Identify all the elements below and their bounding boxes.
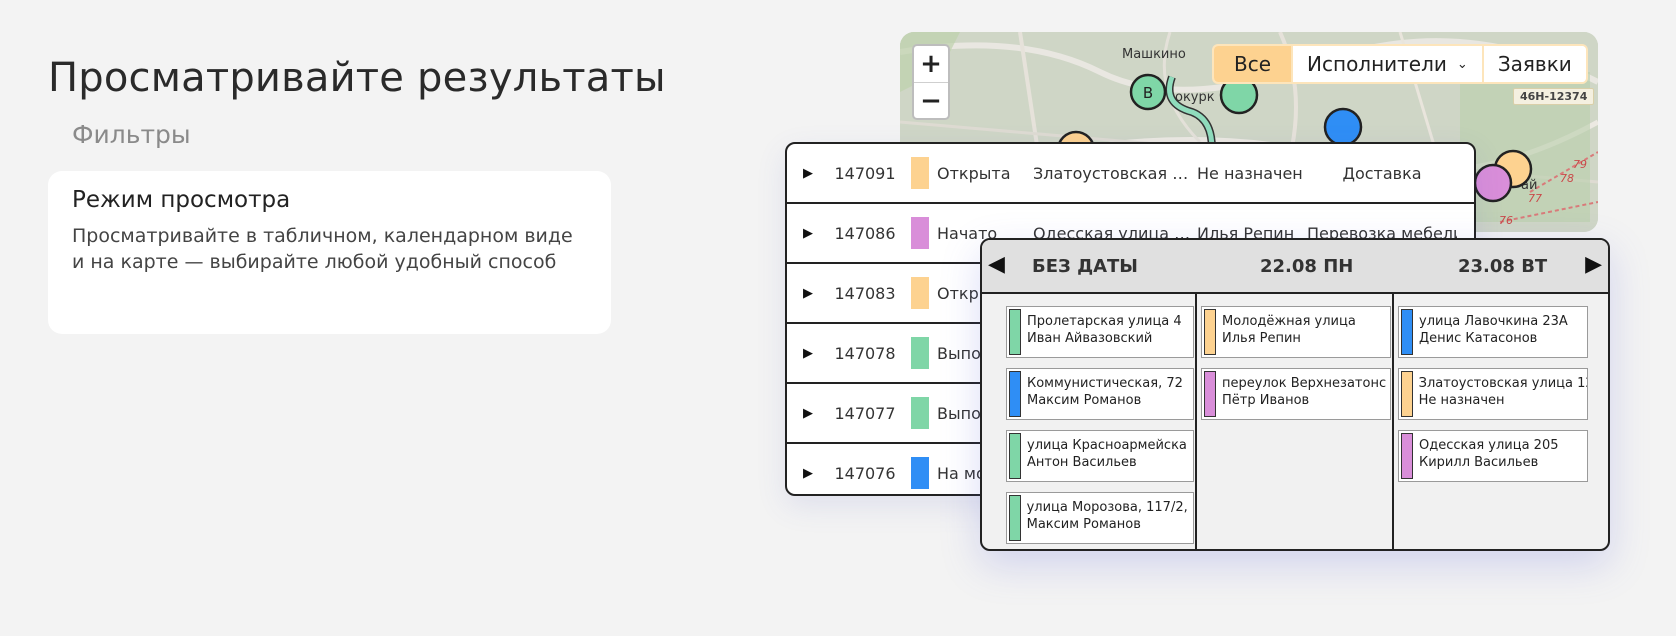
event-color-bar [1401, 309, 1413, 355]
view-mode-card: Режим просмотра Просматривайте в табличн… [48, 171, 611, 334]
zoom-control: + − [912, 44, 950, 120]
expand-arrow-icon[interactable]: ▶ [787, 286, 829, 301]
order-id: 147076 [834, 463, 896, 483]
calendar-column-day: Молодёжная улица Илья Репин переулок Верх… [1197, 294, 1394, 549]
filters-link[interactable]: Фильтры [72, 120, 191, 149]
event-address: Коммунистическая, 72 [1027, 376, 1183, 391]
status-color-swatch [911, 157, 929, 189]
event-color-bar [1204, 371, 1216, 417]
route-number: 78 [1560, 172, 1574, 185]
event-executor: Максим Романов [1026, 517, 1141, 532]
order-status: Открыта [937, 163, 1011, 183]
calendar-event[interactable]: Одесская улица 205 Кирилл Васильев [1398, 430, 1588, 482]
order-marker[interactable] [1323, 107, 1363, 147]
calendar-event[interactable]: переулок Верхнезатонс Пётр Иванов [1201, 368, 1391, 420]
event-address: улица Лавочкина 23А [1419, 314, 1568, 329]
view-mode-description: Просматривайте в табличном, календарном … [72, 225, 573, 273]
order-address: Златоустовская ул... [1033, 163, 1191, 183]
map-place-label: окурк [1175, 90, 1215, 105]
event-address: улица Красноармейска [1027, 438, 1187, 453]
event-executor: Илья Репин [1222, 331, 1301, 346]
view-mode-title: Режим просмотра [72, 187, 291, 213]
event-executor: Максим Романов [1027, 393, 1142, 408]
event-executor: Антон Васильев [1027, 455, 1137, 470]
order-id: 147086 [834, 223, 896, 243]
status-color-swatch [911, 337, 929, 369]
order-executor: Не назначен [1197, 163, 1303, 183]
event-color-bar [1009, 495, 1021, 541]
calendar-body: Пролетарская улица 4 Иван Айвазовский Ком… [982, 294, 1608, 549]
zoom-out-button[interactable]: − [914, 83, 948, 119]
order-id: 147091 [834, 163, 896, 183]
status-color-swatch [911, 217, 929, 249]
calendar-event[interactable]: Златоустовская улица 12 Не назначен [1398, 368, 1588, 420]
table-row[interactable]: ▶ 147091 Открыта Златоустовская ул... Не… [787, 144, 1474, 204]
calendar-column-no-date: Пролетарская улица 4 Иван Айвазовский Ком… [982, 294, 1197, 549]
chevron-down-icon: ⌄ [1456, 56, 1468, 72]
event-executor: Денис Катасонов [1419, 331, 1538, 346]
map-filter-tabs: Все Исполнители ⌄ Заявки [1212, 44, 1588, 84]
calendar-event[interactable]: улица Лавочкина 23А Денис Катасонов [1398, 306, 1588, 358]
event-executor: Иван Айвазовский [1027, 331, 1153, 346]
order-id: 147083 [834, 283, 896, 303]
event-address: улица Морозова, 117/2, к [1026, 500, 1193, 515]
order-marker[interactable] [1473, 163, 1513, 203]
status-color-swatch [911, 457, 929, 489]
route-number: 76 [1499, 214, 1513, 227]
status-color-swatch [911, 277, 929, 309]
calendar-event[interactable]: Пролетарская улица 4 Иван Айвазовский [1006, 306, 1194, 358]
event-address: Златоустовская улица 12 [1418, 376, 1587, 391]
calendar-column-header: 22.08 ПН [1260, 256, 1354, 277]
zoom-in-button[interactable]: + [914, 46, 948, 83]
calendar-event[interactable]: Молодёжная улица Илья Репин [1201, 306, 1391, 358]
calendar-event[interactable]: улица Морозова, 117/2, к Максим Романов [1006, 492, 1194, 544]
event-address: Молодёжная улица [1222, 314, 1356, 329]
event-address: Одесская улица 205 [1419, 438, 1559, 453]
event-color-bar [1009, 433, 1021, 479]
expand-arrow-icon[interactable]: ▶ [787, 226, 829, 241]
tab-orders[interactable]: Заявки [1481, 46, 1586, 82]
event-color-bar [1009, 309, 1021, 355]
map-place-label: Машкино [1122, 47, 1186, 62]
order-type: Доставка [1342, 163, 1422, 183]
route-number: 77 [1528, 192, 1542, 205]
event-executor: Кирилл Васильев [1419, 455, 1539, 470]
calendar-column-header: БЕЗ ДАТЫ [1032, 256, 1138, 277]
next-arrow-icon[interactable]: ▶ [1585, 252, 1602, 277]
tab-executors[interactable]: Исполнители ⌄ [1291, 46, 1482, 82]
calendar-event[interactable]: Коммунистическая, 72 Максим Романов [1006, 368, 1194, 420]
event-color-bar [1401, 433, 1413, 479]
order-id: 147078 [834, 343, 896, 363]
page-title: Просматривайте результаты [48, 54, 666, 101]
calendar-header: ◀ БЕЗ ДАТЫ 22.08 ПН 23.08 ВТ ▶ [982, 240, 1608, 294]
event-address: Пролетарская улица 4 [1027, 314, 1182, 329]
calendar-event[interactable]: улица Красноармейска Антон Васильев [1006, 430, 1194, 482]
prev-arrow-icon[interactable]: ◀ [988, 252, 1005, 277]
route-number: 79 [1573, 158, 1587, 171]
calendar-column-day: улица Лавочкина 23А Денис Катасонов Злато… [1394, 294, 1608, 549]
event-color-bar [1401, 371, 1413, 417]
event-color-bar [1009, 371, 1021, 417]
event-address: переулок Верхнезатонс [1222, 376, 1387, 391]
executor-marker-letter: В [1143, 84, 1153, 102]
status-color-swatch [911, 397, 929, 429]
vehicle-plate-label: 46Н-12374 [1513, 88, 1595, 105]
event-executor: Не назначен [1418, 393, 1505, 408]
event-color-bar [1204, 309, 1216, 355]
expand-arrow-icon[interactable]: ▶ [787, 166, 829, 181]
calendar-view: ◀ БЕЗ ДАТЫ 22.08 ПН 23.08 ВТ ▶ Пролетарс… [980, 238, 1610, 551]
expand-arrow-icon[interactable]: ▶ [787, 466, 829, 481]
expand-arrow-icon[interactable]: ▶ [787, 406, 829, 421]
tab-all[interactable]: Все [1214, 46, 1292, 82]
calendar-column-header: 23.08 ВТ [1458, 256, 1548, 277]
tab-executors-label: Исполнители [1307, 52, 1447, 76]
order-id: 147077 [834, 403, 896, 423]
event-executor: Пётр Иванов [1222, 393, 1310, 408]
expand-arrow-icon[interactable]: ▶ [787, 346, 829, 361]
